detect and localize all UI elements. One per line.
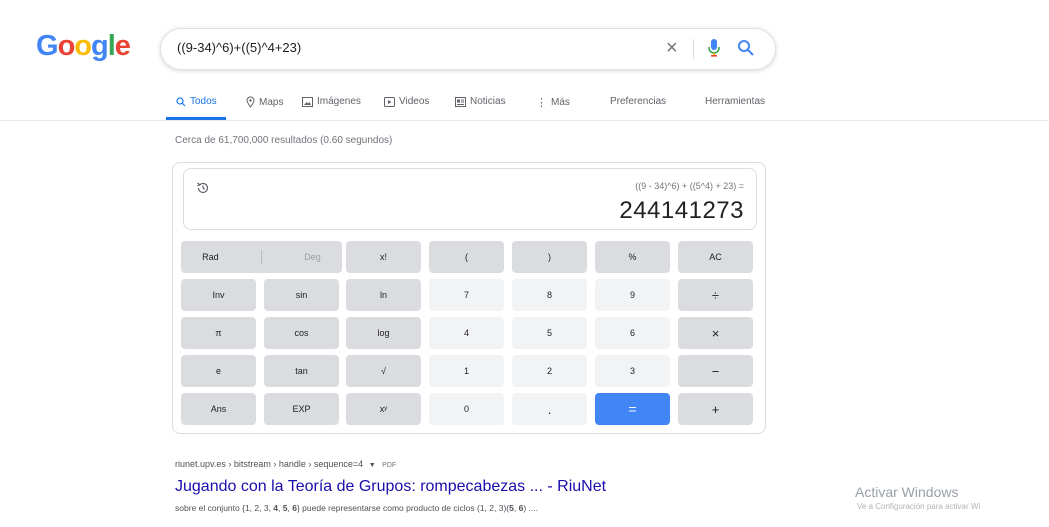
windows-activation-subtitle: Ve a Configuración para activar Wi xyxy=(857,502,981,511)
pi-key[interactable]: π xyxy=(181,317,256,349)
header-divider xyxy=(0,120,1049,121)
toggle-divider xyxy=(260,250,262,264)
tab-todos[interactable]: Todos xyxy=(176,96,217,107)
result-citation[interactable]: riunet.upv.es › bitstream › handle › seq… xyxy=(175,459,396,469)
digit-8-key[interactable]: 8 xyxy=(512,279,587,311)
logo-letter: g xyxy=(91,30,109,62)
cos-key[interactable]: cos xyxy=(264,317,339,349)
digit-7-key[interactable]: 7 xyxy=(429,279,504,311)
tab-label: Más xyxy=(551,97,570,108)
image-icon xyxy=(302,96,313,107)
inv-key[interactable]: Inv xyxy=(181,279,256,311)
multiply-key[interactable]: × xyxy=(678,317,753,349)
tan-key[interactable]: tan xyxy=(264,355,339,387)
open-paren-key[interactable]: ( xyxy=(429,241,504,273)
digit-1-key[interactable]: 1 xyxy=(429,355,504,387)
logo-letter: e xyxy=(114,30,131,62)
snippet-text: sobre el conjunto {1, 2, 3, xyxy=(175,503,274,513)
sqrt-key[interactable]: √ xyxy=(346,355,421,387)
ans-key[interactable]: Ans xyxy=(181,393,256,425)
logo-letter: o xyxy=(57,30,76,62)
divide-key[interactable]: ÷ xyxy=(678,279,753,311)
result-url[interactable]: riunet.upv.es › bitstream › handle › seq… xyxy=(175,459,363,469)
digit-4-key[interactable]: 4 xyxy=(429,317,504,349)
map-pin-icon xyxy=(246,96,255,108)
search-input[interactable]: ((9-34)^6)+((5)^4+23) xyxy=(177,40,301,55)
digit-0-key[interactable]: 0 xyxy=(429,393,504,425)
digit-6-key[interactable]: 6 xyxy=(595,317,670,349)
rad-deg-toggle[interactable]: Rad Deg xyxy=(181,241,342,273)
tab-label: Todos xyxy=(190,96,217,107)
tab-herramientas[interactable]: Herramientas xyxy=(705,96,765,107)
video-icon xyxy=(384,96,395,107)
search-icon[interactable] xyxy=(737,39,755,62)
history-icon[interactable] xyxy=(196,181,210,200)
e-key[interactable]: e xyxy=(181,355,256,387)
close-paren-key[interactable]: ) xyxy=(512,241,587,273)
sin-key[interactable]: sin xyxy=(264,279,339,311)
tab-label: Preferencias xyxy=(610,96,667,107)
tab-videos[interactable]: Videos xyxy=(384,96,429,107)
tab-label: Imágenes xyxy=(317,96,361,107)
percent-key[interactable]: % xyxy=(595,241,670,273)
calculator-display: ((9 - 34)^6) + ((5^4) + 23) = 244141273 xyxy=(183,168,757,230)
tab-preferencias[interactable]: Preferencias xyxy=(610,96,666,107)
windows-activation-watermark: Activar Windows xyxy=(855,484,959,500)
add-key[interactable]: + xyxy=(678,393,753,425)
microphone-icon[interactable] xyxy=(707,38,721,63)
logo-letter: l xyxy=(107,30,116,62)
close-icon[interactable]: × xyxy=(666,37,678,59)
digit-3-key[interactable]: 3 xyxy=(595,355,670,387)
calculator-expression: ((9 - 34)^6) + ((5^4) + 23) = xyxy=(635,181,744,191)
digit-9-key[interactable]: 9 xyxy=(595,279,670,311)
exp-key[interactable]: EXP xyxy=(264,393,339,425)
calculator-result: 244141273 xyxy=(619,197,744,224)
tab-label: Videos xyxy=(399,96,430,107)
decimal-key[interactable]: . xyxy=(512,393,587,425)
deg-button[interactable]: Deg xyxy=(304,252,321,262)
tab-label: Herramientas xyxy=(705,96,766,107)
search-icon xyxy=(176,96,186,106)
digit-5-key[interactable]: 5 xyxy=(512,317,587,349)
tab-noticias[interactable]: Noticias xyxy=(455,96,506,107)
equals-key[interactable]: = xyxy=(595,393,670,425)
snippet-text: ) .... xyxy=(523,503,538,513)
tab-imagenes[interactable]: Imágenes xyxy=(302,96,361,107)
snippet-text: } puede representarse como producto de c… xyxy=(296,503,510,513)
logo-letter: o xyxy=(74,30,92,62)
result-stats: Cerca de 61,700,000 resultados (0.60 seg… xyxy=(175,135,393,146)
result-snippet: sobre el conjunto {1, 2, 3, 4, 5, 6} pue… xyxy=(175,503,538,513)
result-title-link[interactable]: Jugando con la Teoría de Grupos: rompeca… xyxy=(175,478,606,496)
news-icon xyxy=(455,96,466,107)
more-vert-icon: ⋮ xyxy=(536,97,547,109)
digit-2-key[interactable]: 2 xyxy=(512,355,587,387)
chevron-down-icon[interactable]: ▼ xyxy=(369,462,376,469)
rad-button[interactable]: Rad xyxy=(202,252,219,262)
search-divider xyxy=(693,39,694,59)
tab-maps[interactable]: Maps xyxy=(246,96,283,108)
log-key[interactable]: log xyxy=(346,317,421,349)
google-logo[interactable]: Google xyxy=(36,30,131,63)
logo-letter: G xyxy=(36,30,59,62)
power-key[interactable]: xʸ xyxy=(346,393,421,425)
factorial-key[interactable]: x! xyxy=(346,241,421,273)
search-box[interactable]: ((9-34)^6)+((5)^4+23) × xyxy=(160,28,776,70)
subtract-key[interactable]: − xyxy=(678,355,753,387)
calculator-widget: ((9 - 34)^6) + ((5^4) + 23) = 244141273 … xyxy=(172,162,766,434)
tab-mas[interactable]: ⋮ Más xyxy=(536,96,570,109)
tab-label: Maps xyxy=(259,96,284,108)
pdf-badge: PDF xyxy=(382,462,397,469)
ln-key[interactable]: ln xyxy=(346,279,421,311)
tab-label: Noticias xyxy=(470,96,506,107)
clear-key[interactable]: AC xyxy=(678,241,753,273)
